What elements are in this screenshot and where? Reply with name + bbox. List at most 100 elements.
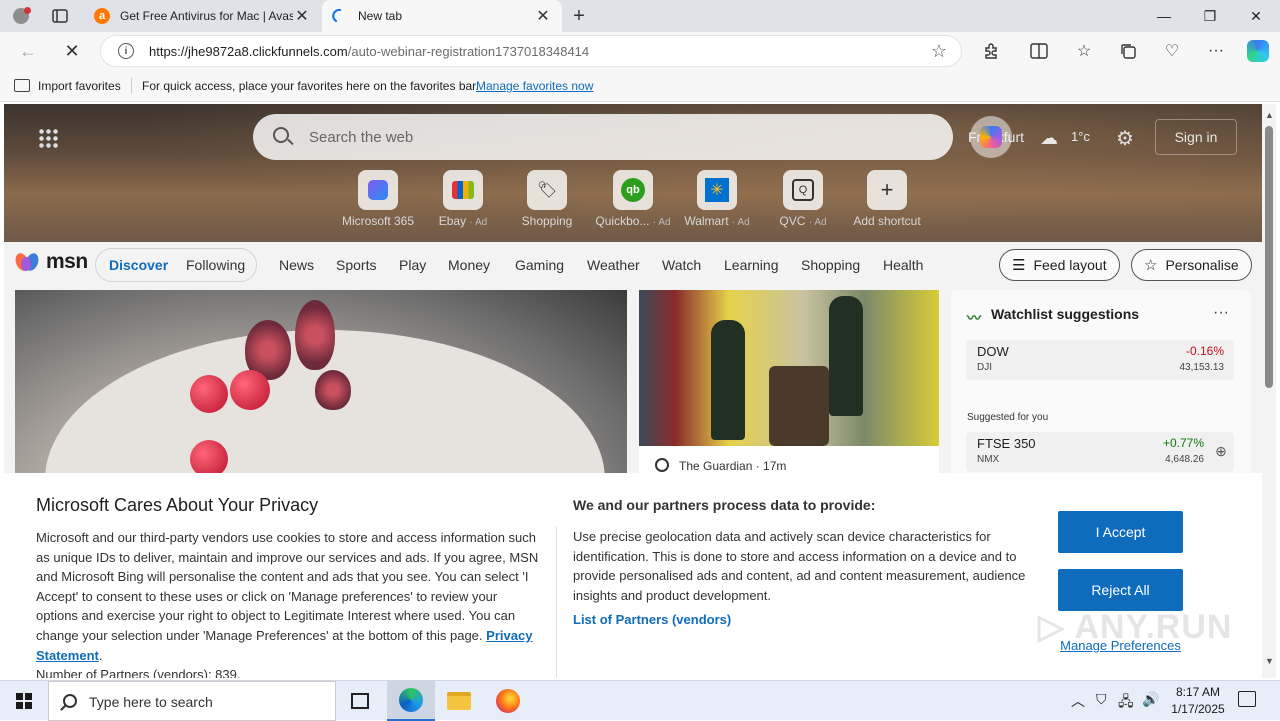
- stop-loading-button[interactable]: ✕: [58, 37, 86, 65]
- nav-shopping[interactable]: Shopping: [801, 257, 860, 273]
- tab-avast[interactable]: a Get Free Antivirus for Mac | Avast ✕: [84, 0, 321, 32]
- sign-in-button[interactable]: Sign in: [1155, 119, 1237, 155]
- nav-money[interactable]: Money: [448, 257, 490, 273]
- favorite-star-icon[interactable]: ☆: [931, 41, 947, 62]
- stock-row-ftse[interactable]: FTSE 350 NMX +0.77% 4,648.26 ⊕: [966, 432, 1234, 472]
- shortcut-label: Add shortcut: [853, 214, 921, 228]
- shortcut-ebay[interactable]: Ebay · Ad: [418, 170, 508, 228]
- search-placeholder: Search the web: [309, 129, 414, 146]
- fig-shape: [315, 370, 351, 410]
- side-story-image[interactable]: [639, 290, 939, 446]
- shortcut-microsoft-365[interactable]: Microsoft 365: [333, 170, 423, 228]
- accept-button[interactable]: I Accept: [1058, 511, 1183, 553]
- taskbar-file-explorer[interactable]: [435, 681, 483, 721]
- browser-toolbar: ← ✕ i https://jhe9872a8.clickfunnels.com…: [0, 32, 1280, 70]
- partners-list-link[interactable]: List of Partners (vendors): [573, 612, 731, 627]
- shortcut-quickbooks[interactable]: qb Quickbo... · Ad: [588, 170, 678, 228]
- new-tab-button[interactable]: +: [566, 4, 592, 28]
- scrollbar-thumb[interactable]: [1265, 126, 1273, 388]
- windows-logo-icon: [16, 693, 32, 709]
- close-tab-icon[interactable]: ✕: [293, 7, 311, 25]
- shortcut-qvc[interactable]: Q QVC · Ad: [758, 170, 848, 228]
- add-stock-icon[interactable]: ⊕: [1212, 442, 1230, 460]
- manage-preferences-link[interactable]: Manage Preferences: [1058, 638, 1183, 653]
- scroll-up-icon[interactable]: ▲: [1265, 110, 1274, 120]
- gear-icon[interactable]: ⚙: [1116, 126, 1134, 151]
- ad-label: · Ad: [469, 217, 488, 228]
- stock-row-dow[interactable]: DOW DJI -0.16% 43,153.13: [966, 340, 1234, 380]
- manage-favorites-link[interactable]: Manage favorites now: [476, 79, 593, 93]
- taskbar-edge[interactable]: [387, 681, 435, 721]
- windows-taskbar: Type here to search ︿ ⛉ 🖧 🔊 8:17 AM 1/17…: [0, 680, 1280, 721]
- minimize-button[interactable]: —: [1141, 0, 1187, 32]
- favorites-icon[interactable]: ☆: [1072, 39, 1096, 63]
- split-screen-icon[interactable]: [1027, 39, 1051, 63]
- watchlist-title: Watchlist suggestions: [991, 306, 1140, 322]
- tab-title: New tab: [358, 9, 403, 23]
- settings-more-icon[interactable]: ···: [1204, 39, 1228, 63]
- copilot-badge-icon[interactable]: [970, 116, 1012, 158]
- system-clock[interactable]: 8:17 AM 1/17/2025: [1160, 684, 1236, 718]
- privacy-title: Microsoft Cares About Your Privacy: [36, 495, 319, 515]
- nav-learning[interactable]: Learning: [724, 257, 779, 273]
- collections-icon[interactable]: [1116, 39, 1140, 63]
- security-icon[interactable]: ⛉: [1096, 691, 1107, 708]
- import-favorites-icon[interactable]: [14, 79, 30, 92]
- shortcut-label: Microsoft 365: [341, 214, 415, 228]
- extensions-icon[interactable]: [979, 39, 1003, 63]
- shortcut-label: Walmart: [684, 214, 729, 228]
- start-button[interactable]: [0, 681, 48, 721]
- back-button[interactable]: ←: [14, 37, 42, 65]
- page-scrollbar[interactable]: ▲ ▼: [1262, 104, 1276, 678]
- browser-essentials-icon[interactable]: ♡: [1160, 39, 1184, 63]
- url-text[interactable]: https://jhe9872a8.clickfunnels.com/auto-…: [149, 44, 589, 59]
- nav-gaming[interactable]: Gaming: [515, 257, 564, 273]
- qvc-icon: Q: [783, 170, 823, 210]
- shortcut-shopping[interactable]: 🏷 Shopping: [502, 170, 592, 228]
- main-story-image[interactable]: [15, 290, 627, 480]
- nav-health[interactable]: Health: [883, 257, 923, 273]
- personalise-button[interactable]: ☆ Personalise: [1131, 249, 1252, 281]
- task-view-button[interactable]: [336, 681, 384, 721]
- taskbar-firefox[interactable]: [484, 681, 532, 721]
- restore-button[interactable]: ❐: [1187, 0, 1233, 32]
- profile-icon[interactable]: [8, 4, 34, 28]
- nav-watch[interactable]: Watch: [662, 257, 701, 273]
- reject-all-button[interactable]: Reject All: [1058, 569, 1183, 611]
- shortcut-add[interactable]: + Add shortcut: [842, 170, 932, 228]
- taskbar-search[interactable]: Type here to search: [48, 681, 336, 721]
- close-tab-icon[interactable]: ✕: [534, 7, 552, 25]
- microsoft-365-icon: [358, 170, 398, 210]
- nav-play[interactable]: Play: [399, 257, 426, 273]
- web-search-box[interactable]: Search the web: [253, 114, 953, 160]
- tab-new-tab[interactable]: New tab ✕: [322, 0, 562, 32]
- more-options-icon[interactable]: ···: [1213, 304, 1229, 322]
- weather-temperature[interactable]: 1°c: [1071, 129, 1090, 144]
- tab-actions-icon[interactable]: [48, 6, 72, 26]
- stock-exchange: NMX: [977, 454, 1000, 465]
- notification-icon[interactable]: [1238, 691, 1256, 707]
- quickbooks-icon: qb: [613, 170, 653, 210]
- tab-title: Get Free Antivirus for Mac | Avast: [120, 9, 293, 23]
- volume-icon[interactable]: 🔊: [1142, 691, 1159, 708]
- scroll-down-icon[interactable]: ▼: [1265, 656, 1274, 666]
- import-favorites-button[interactable]: Import favorites: [38, 79, 121, 93]
- close-window-button[interactable]: ✕: [1233, 0, 1279, 32]
- site-info-icon[interactable]: i: [118, 43, 134, 59]
- network-icon[interactable]: 🖧: [1118, 691, 1134, 715]
- feed-layout-button[interactable]: ☰ Feed layout: [999, 249, 1120, 281]
- app-launcher-icon[interactable]: [38, 128, 58, 148]
- tab-discover[interactable]: Discover: [109, 257, 168, 273]
- nav-news[interactable]: News: [279, 257, 314, 273]
- shortcut-label: Ebay: [438, 214, 467, 228]
- copilot-icon[interactable]: [1246, 39, 1270, 63]
- shortcut-walmart[interactable]: ✳ Walmart · Ad: [672, 170, 762, 228]
- nav-weather[interactable]: Weather: [587, 257, 640, 273]
- stock-change: +0.77%: [1162, 436, 1204, 450]
- msn-logo[interactable]: msn: [13, 250, 88, 274]
- address-bar[interactable]: i https://jhe9872a8.clickfunnels.com/aut…: [100, 35, 962, 67]
- nav-sports[interactable]: Sports: [336, 257, 376, 273]
- tab-following[interactable]: Following: [186, 257, 245, 273]
- stock-exchange: DJI: [977, 362, 992, 373]
- chevron-up-icon[interactable]: ︿: [1071, 691, 1085, 711]
